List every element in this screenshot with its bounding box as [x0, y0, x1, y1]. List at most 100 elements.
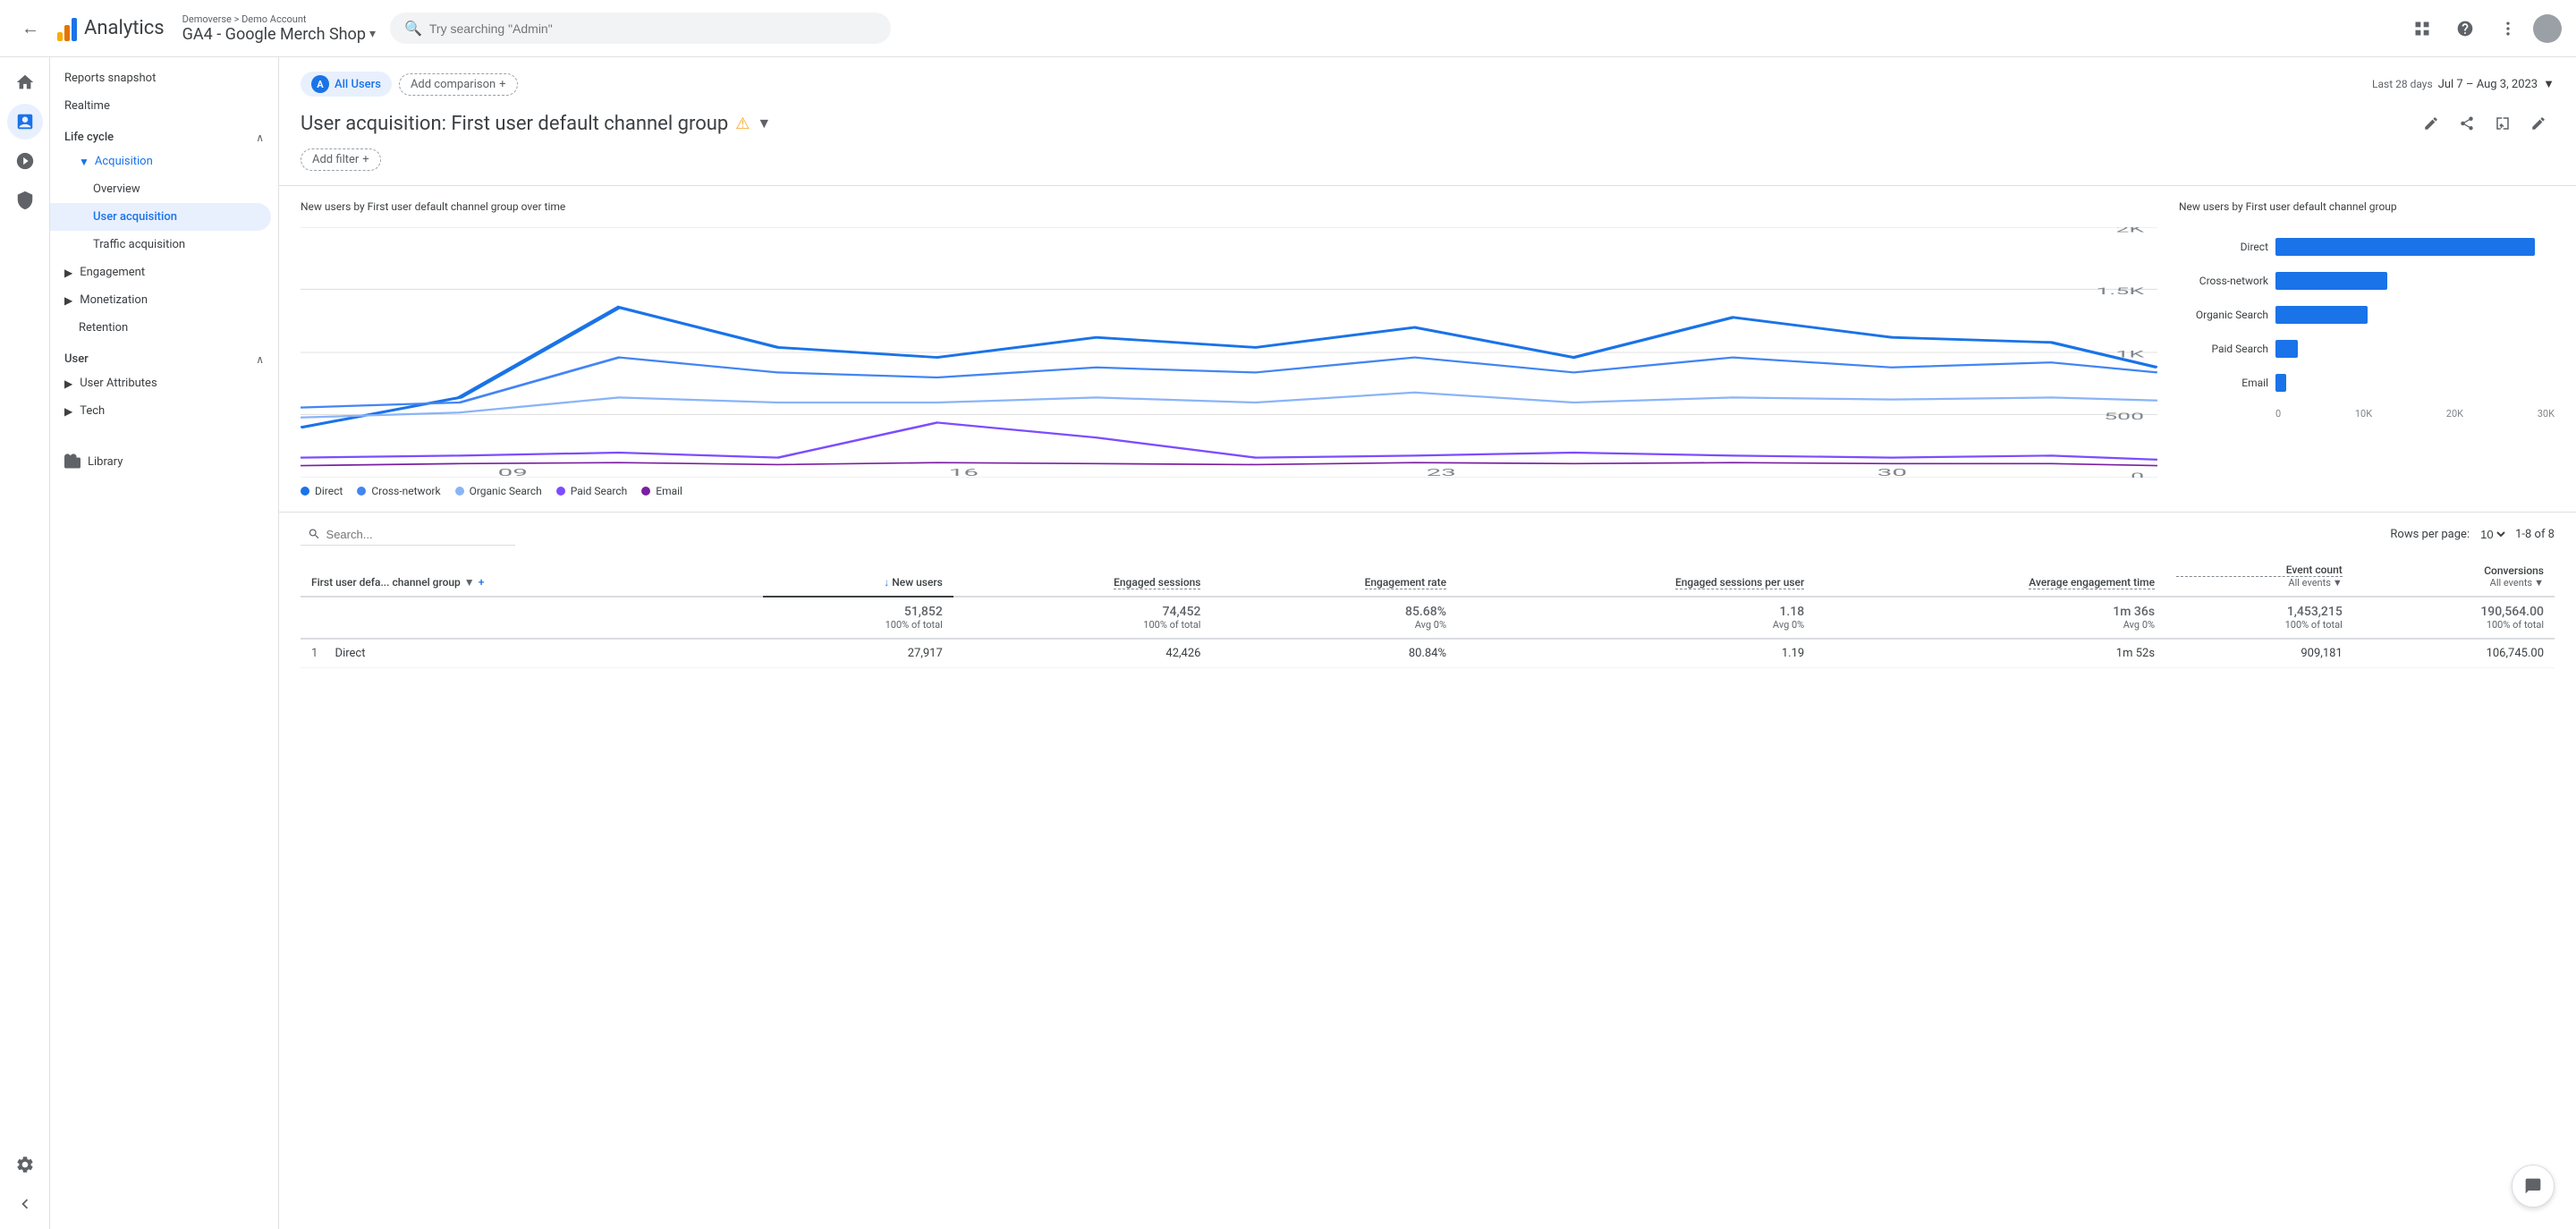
- col-channel[interactable]: First user defa... channel group ▼ +: [301, 556, 763, 597]
- bar-row-cross-network: Cross-network: [2179, 272, 2555, 290]
- feedback-button[interactable]: [2512, 1165, 2555, 1208]
- feedback-icon: [2524, 1177, 2542, 1195]
- bar-x-30k: 30K: [2538, 408, 2555, 420]
- content-header: A All Users Add comparison + Last 28 day…: [279, 57, 2576, 186]
- bar-row-direct: Direct: [2179, 238, 2555, 256]
- svg-text:30: 30: [1877, 467, 1907, 478]
- col-sessions-per-user[interactable]: Engaged sessions per user: [1457, 556, 1815, 597]
- breadcrumb-top: Demoverse > Demo Account: [182, 13, 376, 25]
- legend-paid-search[interactable]: Paid Search: [556, 485, 628, 497]
- sidebar-item-user-attributes[interactable]: ▶ User Attributes: [50, 369, 278, 397]
- sidebar-item-retention[interactable]: Retention: [50, 314, 271, 342]
- search-bar[interactable]: 🔍: [390, 13, 891, 44]
- sidebar-item-monetization[interactable]: ▶ Monetization: [50, 286, 278, 314]
- property-dropdown-icon: ▾: [369, 27, 376, 41]
- nav-settings-button[interactable]: [7, 1147, 43, 1182]
- bar-row-paid-search: Paid Search: [2179, 340, 2555, 358]
- library-section: Library: [50, 446, 278, 477]
- nav-collapse-button[interactable]: [7, 1186, 43, 1222]
- svg-text:23: 23: [1427, 467, 1456, 478]
- sidebar-item-engagement[interactable]: ▶ Engagement: [50, 259, 278, 286]
- account-breadcrumb: Demoverse > Demo Account GA4 - Google Me…: [182, 13, 376, 44]
- help-button[interactable]: [2447, 11, 2483, 47]
- svg-text:1K: 1K: [2115, 349, 2144, 360]
- legend-cross-network[interactable]: Cross-network: [357, 485, 440, 497]
- conversions-dropdown-icon[interactable]: ▼: [2534, 577, 2544, 589]
- search-icon: 🔍: [404, 20, 422, 37]
- nav-advertising-button[interactable]: [7, 182, 43, 218]
- main-layout: Reports snapshot Realtime Life cycle ∧ ▼…: [0, 57, 2576, 1229]
- col-conversions[interactable]: Conversions All events ▼: [2353, 556, 2555, 597]
- col-add-button[interactable]: +: [479, 576, 485, 589]
- total-sessions-per-user: 1.18 Avg 0%: [1457, 597, 1815, 639]
- report-title-row: User acquisition: First user default cha…: [301, 107, 2555, 140]
- edit-report-button[interactable]: [2415, 107, 2447, 140]
- line-chart-title: New users by First user default channel …: [301, 200, 2157, 213]
- user-group-label[interactable]: User ∧: [50, 342, 278, 369]
- legend-direct[interactable]: Direct: [301, 485, 343, 497]
- total-conversions: 190,564.00 100% of total: [2353, 597, 2555, 639]
- col-event-count[interactable]: Event count All events ▼: [2165, 556, 2353, 597]
- sidebar-item-library[interactable]: Library: [50, 446, 278, 477]
- tech-chevron: ▶: [64, 405, 72, 418]
- table-search[interactable]: [301, 523, 515, 546]
- legend-organic-search[interactable]: Organic Search: [455, 485, 542, 497]
- col-engagement-rate[interactable]: Engagement rate: [1211, 556, 1457, 597]
- col-engaged-sessions[interactable]: Engaged sessions: [953, 556, 1212, 597]
- table-search-input[interactable]: [326, 528, 508, 541]
- sidebar-item-realtime[interactable]: Realtime: [50, 92, 271, 120]
- avatar[interactable]: [2533, 14, 2562, 43]
- nav-explore-button[interactable]: [7, 143, 43, 179]
- legend-email[interactable]: Email: [641, 485, 682, 497]
- sidebar-item-acquisition[interactable]: ▼ Acquisition: [50, 148, 271, 175]
- title-dropdown-icon[interactable]: ▼: [757, 114, 771, 132]
- bar-x-10k: 10K: [2355, 408, 2372, 420]
- back-button[interactable]: ←: [14, 13, 47, 45]
- sidebar-item-user-acquisition[interactable]: User acquisition: [50, 203, 271, 231]
- engagement-chevron: ▶: [64, 267, 72, 279]
- sidebar-item-overview[interactable]: Overview: [50, 175, 271, 203]
- apps-button[interactable]: [2404, 11, 2440, 47]
- search-input[interactable]: [429, 21, 877, 36]
- line-chart-area: New users by First user default channel …: [301, 200, 2157, 497]
- date-range-selector[interactable]: Last 28 days Jul 7 – Aug 3, 2023 ▼: [2372, 77, 2555, 91]
- user-chevron: ∧: [256, 353, 264, 366]
- col-sort-icon: ↓: [884, 576, 889, 589]
- add-comparison-button[interactable]: Add comparison +: [399, 73, 518, 96]
- nav-home-button[interactable]: [7, 64, 43, 100]
- share-button[interactable]: [2451, 107, 2483, 140]
- rows-per-page-select[interactable]: 10 25 50: [2477, 527, 2508, 542]
- logo-area: Analytics: [57, 16, 165, 41]
- sidebar-item-traffic-acquisition[interactable]: Traffic acquisition: [50, 231, 271, 259]
- sidebar-item-reports-snapshot[interactable]: Reports snapshot: [50, 64, 271, 92]
- svg-text:1.5K: 1.5K: [2096, 286, 2144, 297]
- col-avg-engagement[interactable]: Average engagement time: [1815, 556, 2165, 597]
- svg-text:500: 500: [2104, 411, 2144, 422]
- library-icon: [64, 453, 80, 470]
- event-count-dropdown-icon[interactable]: ▼: [2333, 577, 2343, 589]
- add-filter-button[interactable]: Add filter +: [301, 148, 381, 171]
- lifecycle-chevron: ∧: [256, 131, 264, 144]
- bar-track-cross-network: [2275, 272, 2555, 290]
- bar-track-paid-search: [2275, 340, 2555, 358]
- total-engagement-rate: 85.68% Avg 0%: [1211, 597, 1457, 639]
- bar-fill-cross-network: [2275, 272, 2387, 290]
- table-section: Rows per page: 10 25 50 1-8 of 8 First u…: [279, 513, 2576, 690]
- acquisition-chevron: ▼: [79, 156, 89, 168]
- sidebar-item-tech[interactable]: ▶ Tech: [50, 397, 278, 425]
- table-row[interactable]: 1 Direct 27,917 42,426 80.84% 1.19 1m 52…: [301, 639, 2555, 668]
- row-new-users: 27,917: [763, 639, 953, 668]
- chart-legend: Direct Cross-network Organic Search Paid…: [301, 485, 2157, 497]
- bar-label-cross-network: Cross-network: [2179, 275, 2268, 287]
- compare-button[interactable]: [2487, 107, 2519, 140]
- report-title: User acquisition: First user default cha…: [301, 113, 728, 135]
- col-new-users[interactable]: ↓ New users: [763, 556, 953, 597]
- lifecycle-group-label[interactable]: Life cycle ∧: [50, 120, 278, 148]
- main-content: A All Users Add comparison + Last 28 day…: [279, 57, 2576, 1229]
- nav-reports-button[interactable]: [7, 104, 43, 140]
- all-users-chip[interactable]: A All Users: [301, 72, 392, 97]
- property-selector[interactable]: GA4 - Google Merch Shop ▾: [182, 25, 376, 44]
- pencil-edit-button[interactable]: [2522, 107, 2555, 140]
- more-button[interactable]: [2490, 11, 2526, 47]
- row-event-count: 909,181: [2165, 639, 2353, 668]
